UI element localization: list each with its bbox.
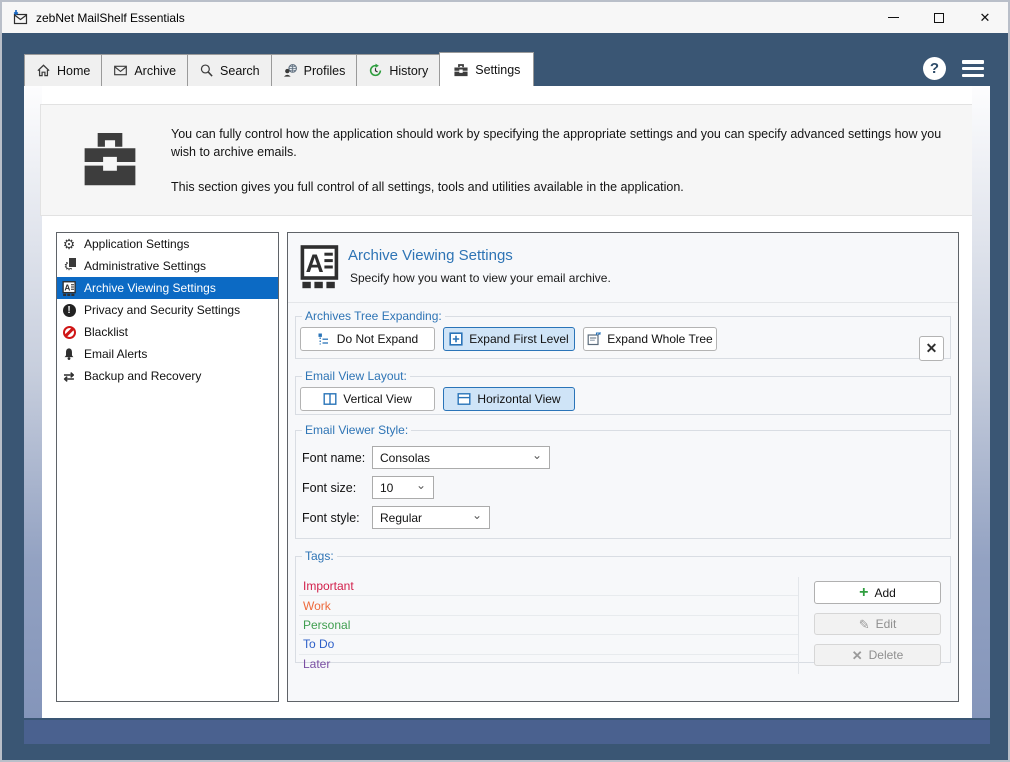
sidebar-item-application-settings[interactable]: ⚙ Application Settings [57, 233, 278, 255]
sync-arrows-icon: ⇄ [60, 368, 78, 384]
panel-title: Archive Viewing Settings [348, 247, 513, 264]
font-name-label: Font name: [302, 451, 372, 465]
tags-group: Tags: Important Work Personal To Do Late… [295, 549, 951, 663]
tag-row-work[interactable]: Work [299, 596, 798, 615]
group-legend: Tags: [302, 549, 337, 563]
chevron-down-icon: ⌄ [532, 448, 542, 462]
group-legend: Archives Tree Expanding: [302, 309, 445, 323]
archive-viewing-settings-panel: A Archive Viewing Settings Specify how y… [287, 232, 959, 702]
group-legend: Email View Layout: [302, 369, 410, 383]
close-icon: ✕ [980, 11, 991, 24]
document-a-large-icon: A [300, 245, 340, 289]
tab-settings[interactable]: Settings [439, 52, 534, 86]
delete-tag-button[interactable]: ✕ Delete [814, 644, 941, 666]
titlebar: zebNet MailShelf Essentials ✕ [2, 2, 1008, 33]
font-size-select[interactable]: 10 ⌄ [372, 476, 434, 499]
maximize-button[interactable] [916, 2, 962, 33]
chevron-down-icon: ⌄ [472, 508, 482, 522]
svg-text:A: A [306, 250, 324, 278]
tag-actions: + Add ✎ Edit ✕ Delete [814, 581, 941, 675]
archives-tree-expanding-group: Archives Tree Expanding: Do Not Expand [295, 309, 951, 359]
panel-header: A Archive Viewing Settings Specify how y… [288, 233, 958, 303]
plus-icon: + [859, 585, 868, 601]
expanded-tree-icon [587, 332, 601, 346]
horizontal-split-icon [457, 392, 471, 406]
intro-panel: You can fully control how the applicatio… [40, 104, 973, 216]
exclamation-circle-icon: ! [60, 302, 78, 318]
window-title: zebNet MailShelf Essentials [36, 11, 185, 25]
profiles-icon [283, 63, 298, 78]
tag-row-later[interactable]: Later [299, 655, 798, 674]
document-a-icon: A [60, 280, 78, 296]
tab-search[interactable]: Search [187, 54, 272, 86]
tag-row-personal[interactable]: Personal [299, 616, 798, 635]
vertical-split-icon [323, 392, 337, 406]
expand-first-level-button[interactable]: Expand First Level [443, 327, 575, 351]
intro-paragraph-2: This section gives you full control of a… [171, 178, 961, 196]
panel-subtitle: Specify how you want to view your email … [350, 271, 611, 285]
group-legend: Email Viewer Style: [302, 423, 411, 437]
delete-x-icon: ✕ [852, 649, 863, 662]
help-icon: ? [930, 60, 939, 77]
edit-tag-button[interactable]: ✎ Edit [814, 613, 941, 635]
collapsed-tree-icon [317, 332, 331, 346]
vertical-view-button[interactable]: Vertical View [300, 387, 435, 411]
horizontal-view-button[interactable]: Horizontal View [443, 387, 575, 411]
tab-history[interactable]: History [356, 54, 440, 86]
font-style-label: Font style: [302, 511, 372, 525]
svg-text:A: A [64, 283, 70, 292]
toolbox-large-icon [81, 127, 139, 189]
tag-row-important[interactable]: Important [299, 577, 798, 596]
sidebar-item-blacklist[interactable]: Blacklist [57, 321, 278, 343]
do-not-expand-button[interactable]: Do Not Expand [300, 327, 435, 351]
pencil-icon: ✎ [859, 618, 870, 631]
tag-row-todo[interactable]: To Do [299, 635, 798, 654]
envelope-icon [113, 63, 128, 78]
menu-icon [962, 60, 984, 64]
sidebar-item-archive-viewing-settings[interactable]: A Archive Viewing Settings [57, 277, 278, 299]
sidebar-item-privacy-security[interactable]: ! Privacy and Security Settings [57, 299, 278, 321]
toolbox-icon [453, 62, 469, 77]
plus-box-icon [449, 332, 463, 346]
settings-category-list: ⚙ Application Settings ⚙ Administrative … [56, 232, 279, 702]
mail-download-icon [12, 10, 28, 26]
expand-whole-tree-button[interactable]: Expand Whole Tree [583, 327, 717, 351]
search-icon [199, 63, 214, 78]
intro-paragraph-1: You can fully control how the applicatio… [171, 125, 961, 161]
tab-bar: Home Archive Search Profiles [24, 52, 534, 86]
no-entry-icon [60, 324, 78, 340]
add-tag-button[interactable]: + Add [814, 581, 941, 604]
help-button[interactable]: ? [923, 57, 946, 80]
font-name-select[interactable]: Consolas ⌄ [372, 446, 550, 469]
app-window: zebNet MailShelf Essentials ✕ ? Home Arc… [0, 0, 1010, 762]
close-button[interactable]: ✕ [962, 2, 1008, 33]
font-style-select[interactable]: Regular ⌄ [372, 506, 490, 529]
tab-home[interactable]: Home [24, 54, 102, 86]
gear-document-icon: ⚙ [60, 258, 78, 274]
tab-profiles[interactable]: Profiles [271, 54, 358, 86]
clear-selection-button[interactable]: ✕ [919, 336, 944, 361]
sidebar-item-backup-recovery[interactable]: ⇄ Backup and Recovery [57, 365, 278, 387]
footer-band [24, 720, 990, 744]
email-viewer-style-group: Email Viewer Style: Font name: Consolas … [295, 423, 951, 539]
tag-list: Important Work Personal To Do Later [299, 577, 799, 674]
sidebar-item-administrative-settings[interactable]: ⚙ Administrative Settings [57, 255, 278, 277]
settings-page: You can fully control how the applicatio… [24, 86, 990, 718]
email-view-layout-group: Email View Layout: Vertical View [295, 369, 951, 415]
font-size-label: Font size: [302, 481, 372, 495]
menu-button[interactable] [962, 60, 984, 77]
maximize-icon [934, 13, 944, 23]
sidebar-item-email-alerts[interactable]: Email Alerts [57, 343, 278, 365]
chevron-down-icon: ⌄ [416, 478, 426, 492]
home-icon [36, 63, 51, 78]
minimize-icon [888, 17, 899, 18]
bell-icon [60, 346, 78, 362]
gear-icon: ⚙ [60, 236, 78, 252]
minimize-button[interactable] [870, 2, 916, 33]
history-icon [368, 63, 383, 78]
tab-archive[interactable]: Archive [101, 54, 188, 86]
x-icon: ✕ [926, 340, 938, 357]
intro-text: You can fully control how the applicatio… [171, 125, 961, 196]
